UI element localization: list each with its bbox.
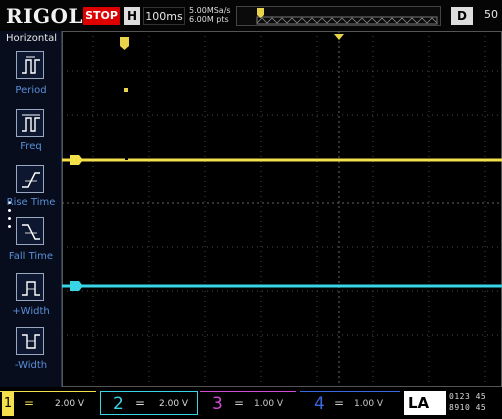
ch3-coupling: = (234, 396, 245, 410)
ch1-glitch (125, 157, 128, 160)
sample-rate: 5.00MSa/s (189, 6, 231, 15)
ch2-coupling: = (135, 396, 146, 410)
waveform-grid (62, 31, 502, 387)
ch2-scale: 2.00 V (159, 399, 189, 409)
ch4-scale: 1.00 V (354, 399, 384, 409)
menu-item-positive-width[interactable]: +Width (0, 271, 62, 331)
ch1-number: 1 (2, 392, 14, 416)
period-icon (16, 51, 44, 79)
menu-item-label: Rise Time (6, 197, 56, 208)
brand-logo: RIGOL (6, 4, 84, 28)
logic-analyzer-channels: 0123 45 8910 45 (449, 392, 501, 414)
waveform-display[interactable] (62, 31, 502, 387)
trigger-t-marker-icon (120, 37, 129, 50)
vertical-grid-lines (92, 31, 486, 387)
ch4-coupling: = (334, 396, 345, 410)
horizontal-label[interactable]: H (124, 7, 140, 25)
ch3-number: 3 (212, 394, 223, 414)
ch1-coupling: = (24, 396, 35, 410)
ch2-status[interactable]: 2 = 2.00 V (100, 391, 198, 415)
positive-width-icon (16, 273, 44, 301)
memory-overview-bar[interactable] (236, 6, 441, 26)
menu-item-rise-time[interactable]: Rise Time (0, 159, 62, 219)
trigger-level-dot (124, 88, 128, 92)
menu-item-period[interactable]: Period (0, 45, 62, 105)
memory-depth: 6.00M pts (189, 15, 229, 24)
menu-item-label: -Width (14, 360, 48, 371)
run-stop-status[interactable]: STOP (83, 7, 120, 25)
menu-item-label: Period (15, 85, 47, 96)
acquisition-info: 5.00MSa/s 6.00M pts (189, 6, 231, 24)
delay-label[interactable]: D (451, 7, 473, 25)
menu-title: Horizontal (6, 33, 58, 44)
negative-width-icon (16, 327, 44, 355)
ch3-scale: 1.00 V (254, 399, 284, 409)
menu-item-freq[interactable]: Freq (0, 103, 62, 163)
menu-item-negative-width[interactable]: -Width (0, 327, 62, 387)
channel-status-bar: 1 = 2.00 V 2 = 2.00 V 3 = 1.00 V 4 = 1.0… (0, 387, 502, 419)
ch4-number: 4 (314, 394, 325, 414)
menu-item-fall-time[interactable]: Fall Time (0, 215, 62, 275)
center-axes (62, 31, 502, 387)
horizontal-menu: Horizontal Period Freq Rise Time Fall Ti… (0, 31, 62, 387)
ch1-scale: 2.00 V (55, 399, 85, 409)
memory-zigzag (256, 17, 438, 24)
rise-time-icon (16, 165, 44, 193)
menu-item-label: Freq (20, 141, 42, 152)
trigger-position-marker-icon (334, 34, 344, 40)
ch3-status[interactable]: 3 = 1.00 V (200, 391, 296, 415)
memory-waveform-overview (256, 8, 438, 25)
logic-analyzer-button[interactable]: LA (404, 391, 446, 415)
menu-item-label: +Width (12, 306, 50, 317)
timebase-value[interactable]: 100ms (143, 7, 185, 25)
ch2-number: 2 (113, 394, 124, 414)
delay-value: 50 (484, 8, 498, 21)
fall-time-icon (16, 217, 44, 245)
la-channel-row-2: 8910 45 (449, 403, 487, 412)
la-channel-row-1: 0123 45 (449, 392, 487, 401)
ch1-status[interactable]: 1 = 2.00 V (0, 391, 96, 416)
top-status-bar: RIGOL STOP H 100ms 5.00MSa/s 6.00M pts D… (0, 0, 502, 31)
ch2-marker-icon (70, 281, 83, 291)
freq-icon (16, 109, 44, 137)
ch1-marker-icon (70, 155, 83, 165)
menu-item-label: Fall Time (8, 251, 54, 262)
ch4-status[interactable]: 4 = 1.00 V (300, 391, 400, 415)
